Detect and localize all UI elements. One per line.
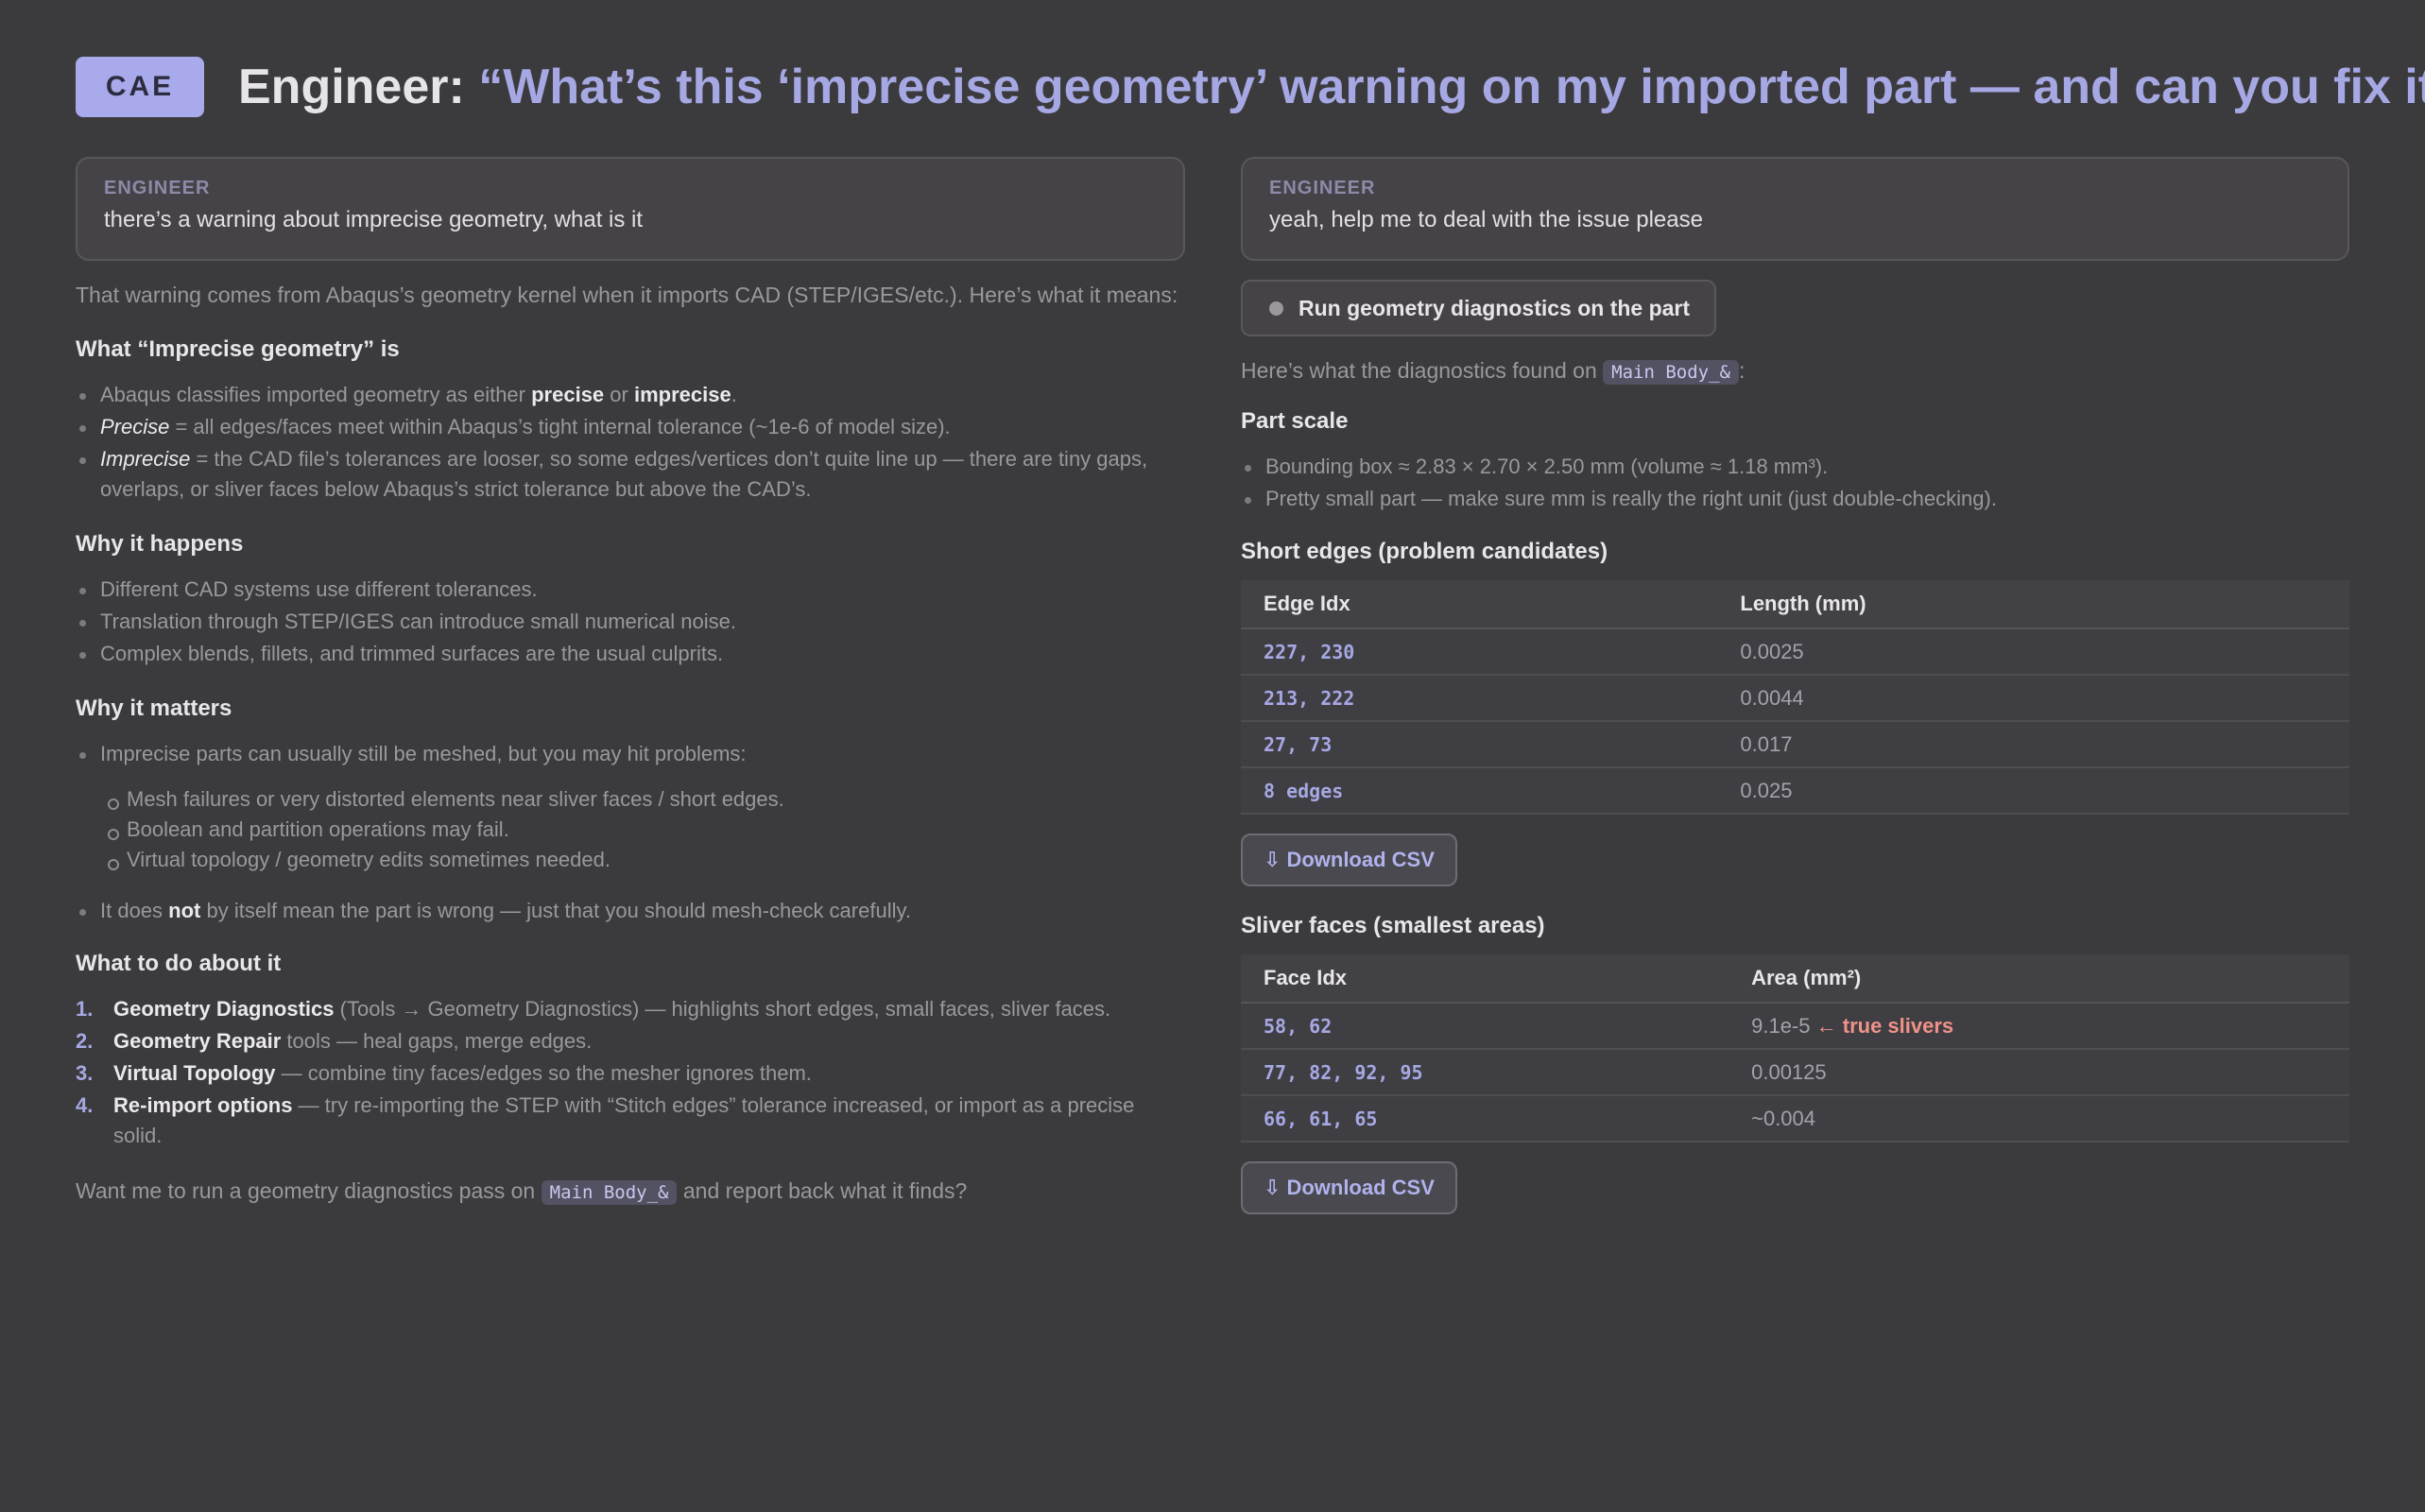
answer-intro: That warning comes from Abaqus’s geometr… <box>76 283 1178 307</box>
message-text: yeah, help me to deal with the issue ple… <box>1269 207 1703 232</box>
download-csv-button[interactable]: ⇩ Download CSV <box>1241 833 1457 886</box>
message-role: ENGINEER <box>1269 178 1376 198</box>
status-dot-icon <box>1269 301 1283 316</box>
run-diagnostics-tool-call[interactable]: Run geometry diagnostics on the part <box>1241 280 1717 336</box>
download-csv-button[interactable]: ⇩ Download CSV <box>1241 1161 1457 1214</box>
column-header: Length (mm) <box>1717 580 2349 629</box>
user-message-bubble: ENGINEER yeah, help me to deal with the … <box>1241 157 2349 261</box>
list-item: Different CAD systems use different tole… <box>76 575 1185 605</box>
table-row: 213, 222 0.0044 <box>1241 675 2349 722</box>
sub-list-item: Boolean and partition operations may fai… <box>108 815 1185 845</box>
part-name-code: Main Body_& <box>541 1180 678 1205</box>
matters-list: Imprecise parts can usually still be mes… <box>76 739 1185 769</box>
column-header: Edge Idx <box>1241 580 1718 629</box>
list-item: Imprecise parts can usually still be mes… <box>76 739 1185 769</box>
message-text: there’s a warning about imprecise geomet… <box>104 207 644 232</box>
sub-list-item: Mesh failures or very distorted elements… <box>108 784 1185 815</box>
right-conversation: ENGINEER yeah, help me to deal with the … <box>1241 157 2349 1214</box>
slivers-warning: ← true slivers <box>1815 1013 1954 1038</box>
sliver-faces-table: Face Idx Area (mm²) 58, 62 9.1e-5 ← true … <box>1241 954 2349 1143</box>
section-heading-sliver-faces: Sliver faces (smallest areas) <box>1241 913 1545 938</box>
list-item: Precise = all edges/faces meet within Ab… <box>76 412 1185 442</box>
tool-call-label: Run geometry diagnostics on the part <box>1298 295 1691 320</box>
table-row: 77, 82, 92, 95 0.00125 <box>1241 1049 2349 1096</box>
table-row: 27, 73 0.017 <box>1241 721 2349 768</box>
part-name-code: Main Body_& <box>1603 360 1739 385</box>
list-item: Abaqus classifies imported geometry as e… <box>76 380 1185 410</box>
matters-note: It does not by itself mean the part is w… <box>76 896 1185 926</box>
section-heading-what: What “Imprecise geometry” is <box>76 336 400 362</box>
table-row: 227, 230 0.0025 <box>1241 628 2349 676</box>
cae-badge: CAE <box>76 57 204 117</box>
list-item: Translation through STEP/IGES can introd… <box>76 607 1185 637</box>
table-row: 8 edges 0.025 <box>1241 767 2349 815</box>
title-question: “What’s this ‘imprecise geometry’ warnin… <box>478 60 2425 114</box>
section-heading-short-edges: Short edges (problem candidates) <box>1241 539 1608 564</box>
message-role: ENGINEER <box>104 178 211 198</box>
section-heading-what-to-do: What to do about it <box>76 951 282 976</box>
closing-question: Want me to run a geometry diagnostics pa… <box>76 1178 968 1205</box>
column-header: Face Idx <box>1241 954 1729 1004</box>
list-item: Pretty small part — make sure mm is real… <box>1241 484 2349 514</box>
section-heading-why-matters: Why it matters <box>76 696 232 721</box>
matters-sublist: Mesh failures or very distorted elements… <box>76 784 1185 875</box>
why-list: Different CAD systems use different tole… <box>76 575 1185 669</box>
list-item: Bounding box ≈ 2.83 × 2.70 × 2.50 mm (vo… <box>1241 452 2349 482</box>
table-row: 66, 61, 65 ~0.004 <box>1241 1095 2349 1143</box>
step-item: 2. Geometry Repair tools — heal gaps, mer… <box>76 1029 593 1053</box>
column-header: Area (mm²) <box>1728 954 2349 1004</box>
short-edges-table: Edge Idx Length (mm) 227, 230 0.0025 213,… <box>1241 580 2349 815</box>
steps-list: 1. Geometry Diagnostics (Tools → Geometry… <box>76 994 1185 1151</box>
list-item: It does not by itself mean the part is w… <box>76 896 1185 926</box>
section-heading-part-scale: Part scale <box>1241 408 1349 434</box>
diagnostics-intro: Here’s what the diagnostics found on Mai… <box>1241 358 1746 385</box>
page-header: CAE Engineer: “What’s this ‘imprecise ge… <box>76 57 2425 117</box>
step-item: 3. Virtual Topology — combine tiny faces/… <box>76 1061 812 1085</box>
list-item: Imprecise = the CAD file’s tolerances ar… <box>76 444 1185 505</box>
download-icon: ⇩ <box>1264 848 1281 871</box>
page-title: Engineer: “What’s this ‘imprecise geomet… <box>238 59 2425 115</box>
sub-list-item: Virtual topology / geometry edits someti… <box>108 845 1185 875</box>
table-header-row: Edge Idx Length (mm) <box>1241 580 2349 629</box>
section-heading-why-happens: Why it happens <box>76 531 244 557</box>
list-item: Complex blends, fillets, and trimmed sur… <box>76 639 1185 669</box>
left-conversation: ENGINEER there’s a warning about impreci… <box>76 157 1185 1208</box>
user-message-bubble: ENGINEER there’s a warning about impreci… <box>76 157 1185 261</box>
title-speaker: Engineer: <box>238 60 465 114</box>
step-item: 4. Re-import options — try re-importing t… <box>76 1093 1135 1147</box>
table-header-row: Face Idx Area (mm²) <box>1241 954 2349 1004</box>
step-item: 1. Geometry Diagnostics (Tools → Geometry… <box>76 997 1111 1021</box>
scale-list: Bounding box ≈ 2.83 × 2.70 × 2.50 mm (vo… <box>1241 452 2349 514</box>
what-list: Abaqus classifies imported geometry as e… <box>76 380 1185 505</box>
download-icon: ⇩ <box>1264 1176 1281 1199</box>
table-row: 58, 62 9.1e-5 ← true slivers <box>1241 1003 2349 1050</box>
